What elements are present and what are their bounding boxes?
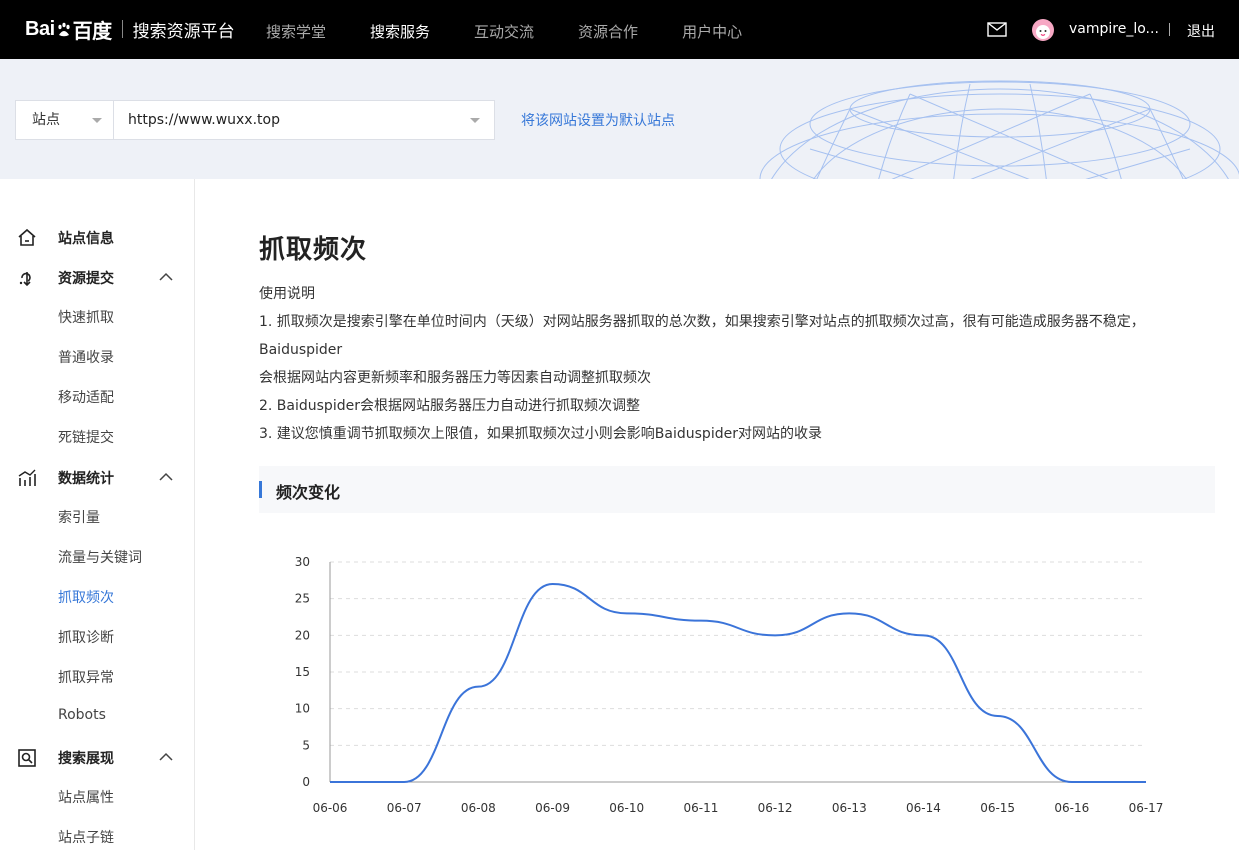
y-tick-label: 0 [302, 775, 310, 789]
nav-item-2[interactable]: 互动交流 [474, 0, 534, 59]
x-tick-label: 06-15 [980, 801, 1015, 815]
username[interactable]: vampire_lo... [1069, 21, 1159, 37]
sidebar-group-label: 搜索展现 [58, 751, 114, 767]
sidebar-item-normal-index[interactable]: 普通收录 [58, 347, 114, 367]
desc-heading: 使用说明 [259, 286, 315, 302]
globe-decoration-icon [759, 80, 1239, 179]
logo-text-cn: 百度 [72, 20, 113, 43]
sidebar-group-stats[interactable]: 数据统计 [0, 458, 195, 498]
caret-down-icon [92, 118, 102, 123]
divider [1169, 23, 1170, 36]
baidu-logo[interactable]: Bai 百度 搜索资源平台 [25, 12, 235, 46]
submit-icon [19, 272, 31, 287]
nav-menu: 搜索学堂 搜索服务 互动交流 资源合作 用户中心 [266, 0, 786, 59]
sidebar-item-crawl-diagnosis[interactable]: 抓取诊断 [58, 627, 114, 647]
nav-item-4[interactable]: 用户中心 [682, 0, 742, 59]
x-tick-label: 06-08 [461, 801, 496, 815]
sidebar-item-site-attributes[interactable]: 站点属性 [58, 787, 114, 807]
y-tick-label: 25 [295, 592, 310, 606]
sidebar: 站点信息 资源提交 快速抓取 普通收录 移动适配 死链提交 数据统计 索引量 流… [0, 179, 195, 850]
site-type-select[interactable]: 站点 [15, 100, 114, 140]
sidebar-item-index-volume[interactable]: 索引量 [58, 507, 100, 527]
site-url-select[interactable]: https://www.wuxx.top [113, 100, 495, 140]
mail-icon[interactable] [987, 22, 1007, 37]
paw-icon [56, 21, 72, 37]
sidebar-item-dead-link[interactable]: 死链提交 [58, 427, 114, 447]
stats-icon [18, 469, 36, 486]
logo-mark: Bai 百度 [25, 15, 112, 44]
chevron-up-icon[interactable] [158, 472, 174, 482]
sidebar-group-label: 站点信息 [58, 231, 114, 247]
section-title: 频次变化 [276, 483, 341, 502]
logo-divider [121, 20, 123, 38]
series-line [330, 582, 1146, 783]
logo-text: Bai [25, 17, 55, 40]
x-tick-label: 06-13 [832, 801, 867, 815]
sidebar-group-label: 资源提交 [58, 271, 114, 287]
section-accent-bar [259, 481, 262, 498]
x-tick-label: 06-11 [683, 801, 718, 815]
x-tick-label: 06-12 [758, 801, 793, 815]
x-tick-label: 06-17 [1129, 801, 1164, 815]
caret-down-icon [470, 118, 480, 123]
home-icon [18, 228, 36, 246]
desc-line: 1. 抓取频次是搜索引擎在单位时间内（天级）对网站服务器抓取的总次数，如果搜索引… [259, 314, 1145, 358]
desc-line: 2. Baiduspider会根据网站服务器压力自动进行抓取频次调整 [259, 398, 640, 414]
avatar[interactable] [1032, 19, 1054, 41]
x-tick-label: 06-09 [535, 801, 570, 815]
site-bar: 站点 https://www.wuxx.top 将该网站设置为默认站点 [0, 59, 1239, 179]
site-type-value: 站点 [32, 112, 60, 128]
x-tick-label: 06-10 [609, 801, 644, 815]
sidebar-group-site-info[interactable]: 站点信息 [0, 218, 195, 258]
platform-title: 搜索资源平台 [132, 21, 235, 42]
chevron-up-icon[interactable] [158, 752, 174, 762]
top-nav: Bai 百度 搜索资源平台 搜索学堂 搜索服务 互动交流 资源合作 用户中心 vampi… [0, 0, 1239, 59]
page-title: 抓取频次 [259, 235, 368, 265]
sidebar-item-site-sublinks[interactable]: 站点子链 [58, 827, 114, 847]
usage-description: 使用说明 1. 抓取频次是搜索引擎在单位时间内（天级）对网站服务器抓取的总次数，… [259, 280, 1224, 448]
sidebar-item-traffic-keywords[interactable]: 流量与关键词 [58, 547, 142, 567]
y-tick-label: 30 [295, 555, 310, 569]
sidebar-item-mobile-adapt[interactable]: 移动适配 [58, 387, 114, 407]
crawl-frequency-chart: 0 5 10 15 20 25 30 06-06 06-07 06-08 06-09 06-10 06-… [295, 555, 1164, 815]
sidebar-item-robots[interactable]: Robots [58, 707, 106, 723]
logout-link[interactable]: 退出 [1187, 21, 1215, 41]
section-header: 频次变化 [259, 466, 1215, 513]
sidebar-group-search-display[interactable]: 搜索展现 [0, 738, 195, 778]
y-tick-label: 15 [295, 665, 310, 679]
y-tick-label: 10 [295, 702, 310, 716]
sidebar-item-crawl-frequency[interactable]: 抓取频次 [58, 587, 114, 607]
chevron-up-icon[interactable] [158, 272, 174, 282]
nav-item-1[interactable]: 搜索服务 [370, 0, 430, 59]
sidebar-item-fast-crawl[interactable]: 快速抓取 [58, 307, 114, 327]
sidebar-group-label: 数据统计 [58, 471, 114, 487]
desc-line: 会根据网站内容更新频率和服务器压力等因素自动调整抓取频次 [259, 370, 651, 386]
x-tick-label: 06-06 [313, 801, 348, 815]
set-default-site-link[interactable]: 将该网站设置为默认站点 [521, 110, 675, 130]
y-tick-label: 20 [295, 628, 310, 642]
sidebar-item-crawl-errors[interactable]: 抓取异常 [58, 667, 114, 687]
y-tick-label: 5 [302, 738, 310, 752]
sidebar-group-submit[interactable]: 资源提交 [0, 258, 195, 298]
main-content: 抓取频次 使用说明 1. 抓取频次是搜索引擎在单位时间内（天级）对网站服务器抓取… [196, 179, 1239, 850]
search-display-icon [18, 749, 36, 767]
desc-line: 3. 建议您慎重调节抓取频次上限值，如果抓取频次过小则会影响Baiduspide… [259, 426, 822, 442]
nav-item-3[interactable]: 资源合作 [578, 0, 638, 59]
x-tick-label: 06-07 [387, 801, 422, 815]
x-tick-label: 06-14 [906, 801, 941, 815]
x-tick-label: 06-16 [1054, 801, 1089, 815]
nav-item-0[interactable]: 搜索学堂 [266, 0, 326, 59]
site-url-value: https://www.wuxx.top [128, 112, 280, 128]
